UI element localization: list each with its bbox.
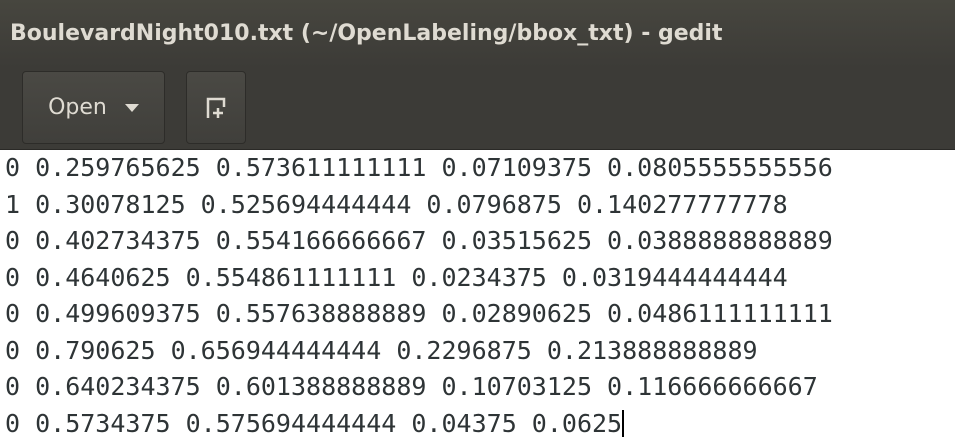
open-button[interactable]: Open bbox=[22, 71, 165, 144]
text-editor[interactable]: 0 0.259765625 0.573611111111 0.07109375 … bbox=[0, 150, 955, 441]
text-line: 0 0.640234375 0.601388888889 0.10703125 … bbox=[5, 372, 818, 401]
text-line: 0 0.790625 0.656944444444 0.2296875 0.21… bbox=[5, 335, 758, 365]
chevron-down-icon bbox=[124, 103, 139, 112]
open-button-label: Open bbox=[48, 95, 107, 120]
text-line: 1 0.30078125 0.525694444444 0.0796875 0.… bbox=[5, 189, 788, 219]
text-line: 0 0.259765625 0.573611111111 0.07109375 … bbox=[5, 153, 833, 182]
text-line-content: 0 0.5734375 0.575694444444 0.04375 0.062… bbox=[5, 408, 623, 438]
new-document-button[interactable] bbox=[186, 71, 246, 144]
window-title: BoulevardNight010.txt (~/OpenLabeling/bb… bbox=[0, 0, 955, 68]
gedit-window: BoulevardNight010.txt (~/OpenLabeling/bb… bbox=[0, 0, 955, 441]
text-cursor bbox=[622, 409, 625, 437]
text-line: 0 0.499609375 0.557638888889 0.02890625 … bbox=[5, 299, 833, 328]
header-toolbar: Open bbox=[0, 68, 955, 150]
text-line-last: 0 0.5734375 0.575694444444 0.04375 0.062… bbox=[0, 406, 955, 441]
new-document-icon bbox=[206, 97, 226, 118]
text-line: 0 0.4640625 0.554861111111 0.0234375 0.0… bbox=[5, 262, 788, 292]
text-line: 0 0.402734375 0.554166666667 0.03515625 … bbox=[5, 226, 833, 255]
